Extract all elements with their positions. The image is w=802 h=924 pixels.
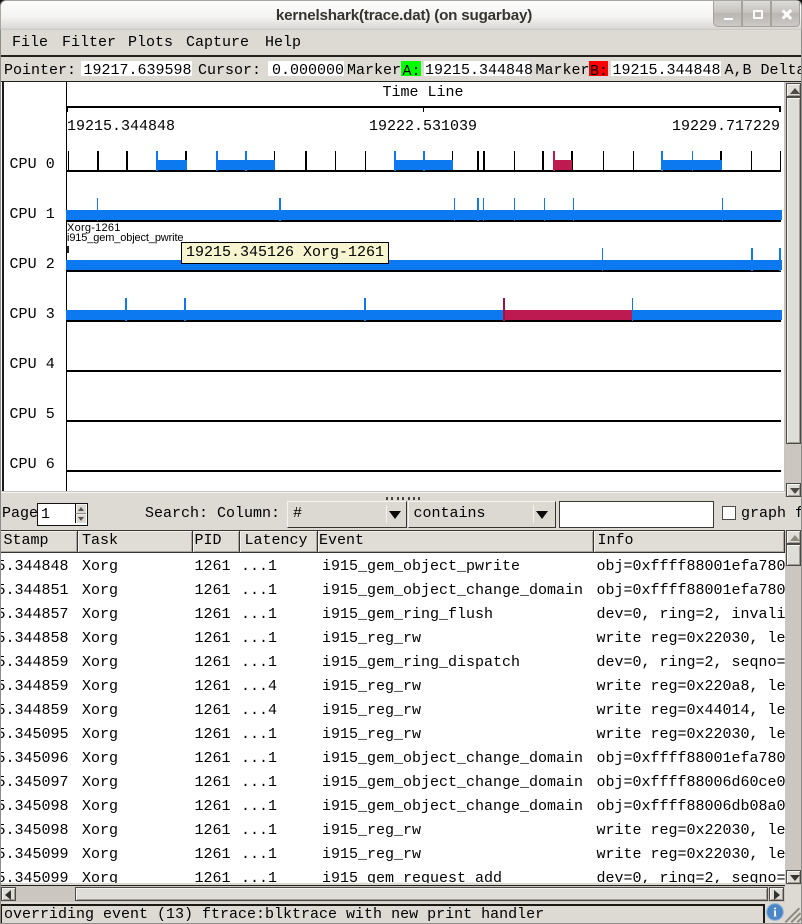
svg-text:i: i <box>773 905 777 920</box>
